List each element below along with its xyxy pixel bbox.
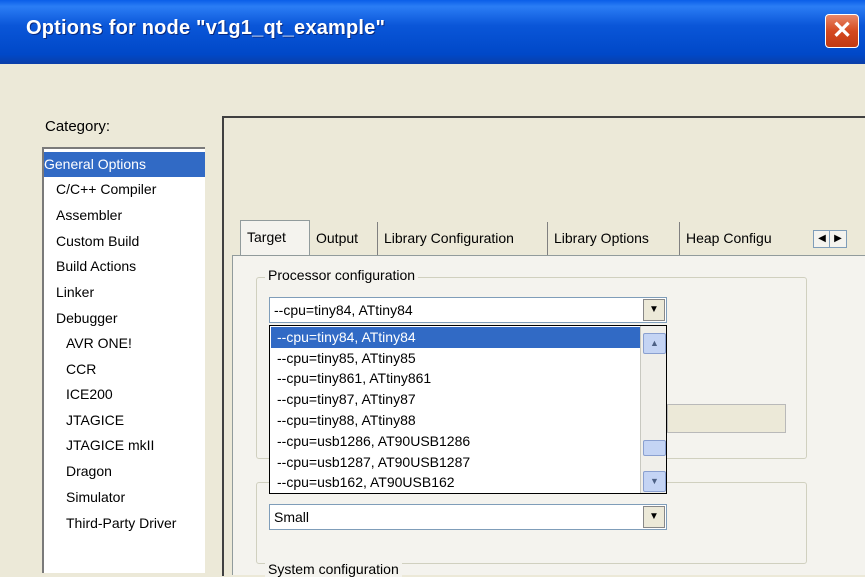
- scroll-down-button[interactable]: ▼: [643, 471, 666, 492]
- chevron-down-icon[interactable]: ▼: [643, 299, 665, 321]
- processor-select[interactable]: --cpu=tiny84, ATtiny84 ▼: [269, 297, 667, 323]
- category-item-dragon[interactable]: Dragon: [66, 459, 112, 484]
- chevron-up-icon: ▲: [650, 338, 659, 348]
- processor-option[interactable]: --cpu=tiny861, ATtiny861: [271, 368, 642, 389]
- dropdown-scrollbar[interactable]: ▲ ▼: [640, 326, 666, 493]
- processor-option[interactable]: --cpu=tiny84, ATtiny84: [271, 327, 642, 348]
- arrow-left-icon: ◀: [818, 233, 826, 244]
- category-item-jtagice[interactable]: JTAGICE: [66, 408, 124, 433]
- close-icon: ✕: [831, 17, 853, 44]
- tab-output[interactable]: Output: [310, 222, 378, 255]
- tab-scroll-right-button[interactable]: ▶: [829, 230, 847, 248]
- memory-model-select[interactable]: Small ▼: [269, 504, 667, 530]
- processor-option[interactable]: --cpu=usb1287, AT90USB1287: [271, 452, 642, 473]
- category-item-build-actions[interactable]: Build Actions: [56, 254, 136, 279]
- scroll-up-button[interactable]: ▲: [643, 333, 666, 354]
- tab-library-options[interactable]: Library Options: [548, 222, 680, 255]
- tab-library-configuration[interactable]: Library Configuration: [378, 222, 548, 255]
- memory-model-value: Small: [274, 509, 310, 525]
- category-item-custom-build[interactable]: Custom Build: [56, 229, 139, 254]
- chevron-down-icon: ▼: [650, 476, 659, 486]
- category-item-avr-one[interactable]: AVR ONE!: [66, 331, 132, 356]
- processor-dropdown-list[interactable]: --cpu=tiny84, ATtiny84 --cpu=tiny85, ATt…: [269, 325, 667, 494]
- scroll-thumb[interactable]: [643, 440, 666, 456]
- processor-option[interactable]: --cpu=tiny87, ATtiny87: [271, 389, 642, 410]
- window-title: Options for node "v1g1_qt_example": [26, 17, 386, 39]
- processor-config-label: Processor configuration: [265, 267, 419, 283]
- category-item-c-compiler[interactable]: C/C++ Compiler: [56, 177, 156, 202]
- category-item-debugger[interactable]: Debugger: [56, 306, 118, 331]
- processor-option[interactable]: --cpu=tiny85, ATtiny85: [271, 348, 642, 369]
- tab-target[interactable]: Target: [240, 220, 310, 255]
- category-list[interactable]: General Options C/C++ Compiler Assembler…: [42, 147, 205, 573]
- category-item-linker[interactable]: Linker: [56, 280, 94, 305]
- category-item-third-party-driver[interactable]: Third-Party Driver: [66, 511, 176, 536]
- category-item-assembler[interactable]: Assembler: [56, 203, 122, 228]
- close-button[interactable]: ✕: [825, 14, 859, 48]
- category-item-ice200[interactable]: ICE200: [66, 382, 113, 407]
- processor-option[interactable]: --cpu=usb162, AT90USB162: [271, 472, 642, 493]
- system-config-label: System configuration: [265, 561, 402, 577]
- disabled-field: [667, 404, 786, 433]
- tab-heap-configuration[interactable]: Heap Configu: [680, 222, 810, 255]
- category-item-ccr[interactable]: CCR: [66, 357, 96, 382]
- category-item-simulator[interactable]: Simulator: [66, 485, 125, 510]
- category-item-jtagice-mkii[interactable]: JTAGICE mkII: [66, 433, 154, 458]
- processor-select-value: --cpu=tiny84, ATtiny84: [274, 302, 413, 318]
- processor-option[interactable]: --cpu=tiny88, ATtiny88: [271, 410, 642, 431]
- processor-option[interactable]: --cpu=usb1286, AT90USB1286: [271, 431, 642, 452]
- arrow-right-icon: ▶: [834, 233, 842, 244]
- chevron-down-icon[interactable]: ▼: [643, 506, 665, 528]
- category-label: Category:: [45, 118, 111, 135]
- category-item-general-options[interactable]: General Options: [44, 152, 205, 177]
